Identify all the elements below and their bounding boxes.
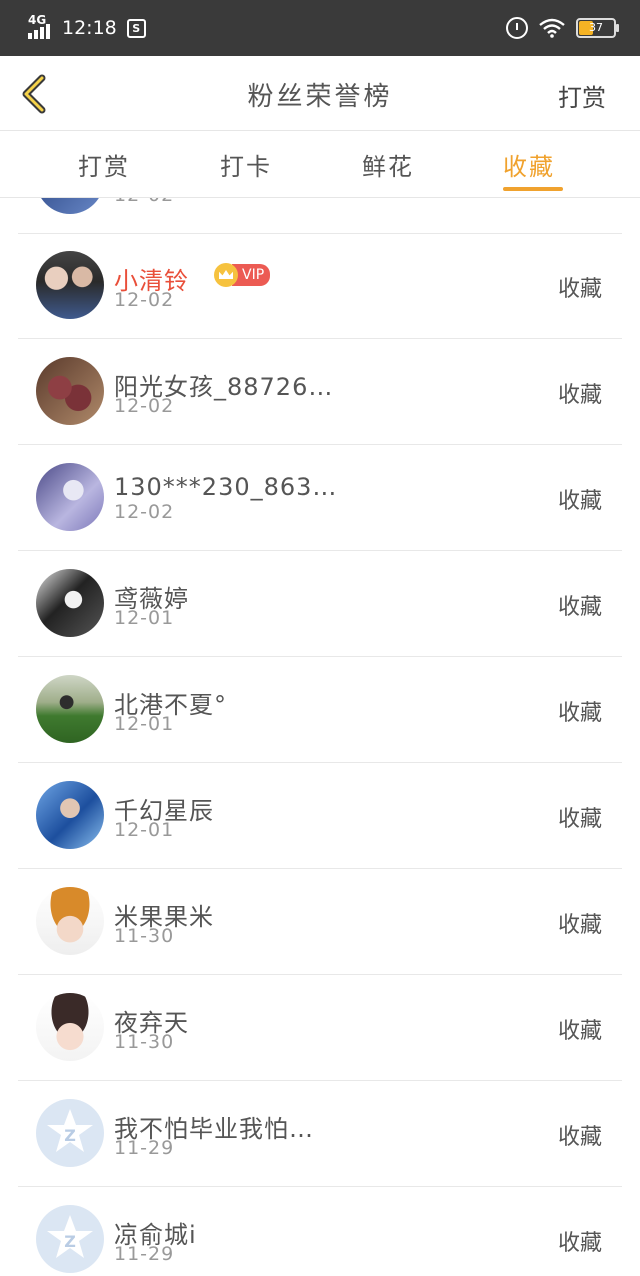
list-item[interactable]: 千幻星辰 12-01 收藏 xyxy=(18,763,622,869)
item-action: 收藏 xyxy=(557,1125,602,1150)
item-date: 12-01 xyxy=(114,607,175,629)
avatar xyxy=(36,887,104,955)
item-action: 收藏 xyxy=(557,807,602,832)
item-date: 11-29 xyxy=(114,1137,175,1159)
item-date: 12-01 xyxy=(114,819,175,841)
avatar xyxy=(36,357,104,425)
signal-icon: 4G xyxy=(26,13,56,41)
svg-text:Z: Z xyxy=(64,1232,76,1251)
vip-badge: VIP xyxy=(214,263,271,287)
default-avatar-icon: Z xyxy=(36,1205,104,1273)
list-item[interactable]: 北港不夏° 12-01 收藏 xyxy=(18,657,622,763)
list-item[interactable]: 米果果米 11-30 收藏 xyxy=(18,869,622,975)
avatar xyxy=(36,251,104,319)
avatar xyxy=(36,993,104,1061)
item-date: 11-30 xyxy=(114,925,175,947)
list-item[interactable]: Z 凉俞城i 11-29 收藏 xyxy=(18,1187,622,1276)
item-action: 收藏 xyxy=(557,595,602,620)
tab-reward[interactable]: 打赏 xyxy=(78,147,130,182)
item-date: 12-02 xyxy=(114,198,174,206)
avatar xyxy=(36,781,104,849)
active-tab-indicator xyxy=(503,187,563,191)
tab-favorites[interactable]: 收藏 xyxy=(503,147,555,182)
list-item[interactable]: 夜弃天 11-30 收藏 xyxy=(18,975,622,1081)
status-time: 12:18 xyxy=(62,17,117,39)
status-bar: 4G 12:18 S 37 xyxy=(0,0,640,56)
item-action: 收藏 xyxy=(557,383,602,408)
avatar xyxy=(36,675,104,743)
tab-checkin[interactable]: 打卡 xyxy=(220,147,272,182)
header: 粉丝荣誉榜 打赏 xyxy=(0,56,640,131)
list-item[interactable]: 阳光女孩_88726… 12-02 收藏 xyxy=(18,339,622,445)
fan-list: 12-02 小清铃 VIP 12-02 收藏 阳光女孩_88726… 12-02… xyxy=(0,198,640,1276)
alarm-icon xyxy=(506,17,528,39)
network-type: 4G xyxy=(28,13,47,27)
item-action: 收藏 xyxy=(557,701,602,726)
page-title: 粉丝荣誉榜 xyxy=(247,82,393,112)
item-action: 收藏 xyxy=(557,489,602,514)
item-date: 12-01 xyxy=(114,713,175,735)
tab-bar: 打赏 打卡 鲜花 收藏 xyxy=(0,131,640,198)
svg-text:Z: Z xyxy=(64,1126,76,1145)
item-name: 130***230_863… xyxy=(114,473,338,501)
item-date: 12-02 xyxy=(114,501,175,523)
wifi-icon xyxy=(539,18,565,38)
avatar xyxy=(36,569,104,637)
item-date: 12-02 xyxy=(114,395,175,417)
list-item[interactable]: 130***230_863… 12-02 收藏 xyxy=(18,445,622,551)
list-item[interactable]: 12-02 xyxy=(18,198,622,234)
default-avatar-icon: Z xyxy=(36,1099,104,1167)
list-item[interactable]: 鸢薇婷 12-01 收藏 xyxy=(18,551,622,657)
item-action: 收藏 xyxy=(557,277,602,302)
avatar xyxy=(36,463,104,531)
item-action: 收藏 xyxy=(557,913,602,938)
list-item[interactable]: Z 我不怕毕业我怕… 11-29 收藏 xyxy=(18,1081,622,1187)
reward-button[interactable]: 打赏 xyxy=(558,78,606,113)
item-date: 12-02 xyxy=(114,289,175,311)
item-date: 11-30 xyxy=(114,1031,175,1053)
item-action: 收藏 xyxy=(557,1019,602,1044)
tab-flowers[interactable]: 鲜花 xyxy=(362,147,414,182)
status-left: 4G 12:18 S xyxy=(26,13,146,42)
item-action: 收藏 xyxy=(557,1231,602,1256)
battery-level: 37 xyxy=(589,21,603,34)
crown-icon xyxy=(214,263,238,287)
avatar xyxy=(36,198,104,214)
status-right: 37 xyxy=(506,14,619,42)
app-notification-icon: S xyxy=(126,18,146,38)
list-item[interactable]: 小清铃 VIP 12-02 收藏 xyxy=(18,233,622,339)
item-date: 11-29 xyxy=(114,1243,175,1265)
battery-icon: 37 xyxy=(576,18,619,38)
